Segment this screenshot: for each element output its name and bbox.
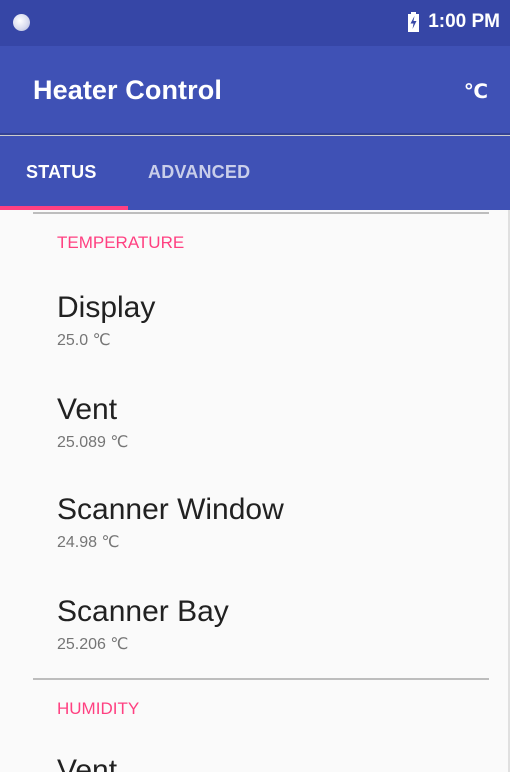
tab-advanced[interactable]: ADVANCED xyxy=(148,136,250,210)
circle-notification-icon xyxy=(13,14,30,31)
section-divider xyxy=(33,678,489,680)
app-bar: Heater Control ℃ xyxy=(0,46,510,135)
pref-summary: 25.206 ℃ xyxy=(57,636,129,653)
pref-summary: 24.98 ℃ xyxy=(57,534,120,551)
pref-title: Display xyxy=(57,291,156,324)
pref-summary: 25.089 ℃ xyxy=(57,434,129,451)
app-screen: 1:00 PM Heater Control ℃ STATUS ADVANCED… xyxy=(0,0,510,772)
pref-title: Vent xyxy=(57,754,118,772)
app-title: Heater Control xyxy=(33,75,222,105)
section-divider xyxy=(33,212,489,214)
pref-title: Scanner Window xyxy=(57,493,284,526)
tab-bar: STATUS ADVANCED xyxy=(0,136,510,210)
status-time: 1:00 PM xyxy=(428,11,500,32)
pref-summary: 25.0 ℃ xyxy=(57,332,111,349)
status-bar: 1:00 PM xyxy=(0,0,510,46)
tab-selected-indicator xyxy=(0,206,128,210)
section-header-temperature: TEMPERATURE xyxy=(57,233,185,252)
pref-item-scanner-bay[interactable]: Scanner Bay 25.206 ℃ xyxy=(57,594,229,654)
unit-toggle-button[interactable]: ℃ xyxy=(464,79,488,104)
tab-status[interactable]: STATUS xyxy=(26,136,97,210)
pref-item-display[interactable]: Display 25.0 ℃ xyxy=(57,290,155,350)
pref-item-humidity-vent[interactable]: Vent xyxy=(57,753,117,772)
status-bar-right: 1:00 PM xyxy=(408,11,500,33)
pref-title: Vent xyxy=(57,393,118,426)
pref-item-vent[interactable]: Vent 25.089 ℃ xyxy=(57,392,128,452)
pref-title: Scanner Bay xyxy=(57,595,229,628)
section-header-humidity: HUMIDITY xyxy=(57,699,140,718)
pref-item-scanner-window[interactable]: Scanner Window 24.98 ℃ xyxy=(57,492,284,552)
battery-charging-icon xyxy=(408,12,420,32)
